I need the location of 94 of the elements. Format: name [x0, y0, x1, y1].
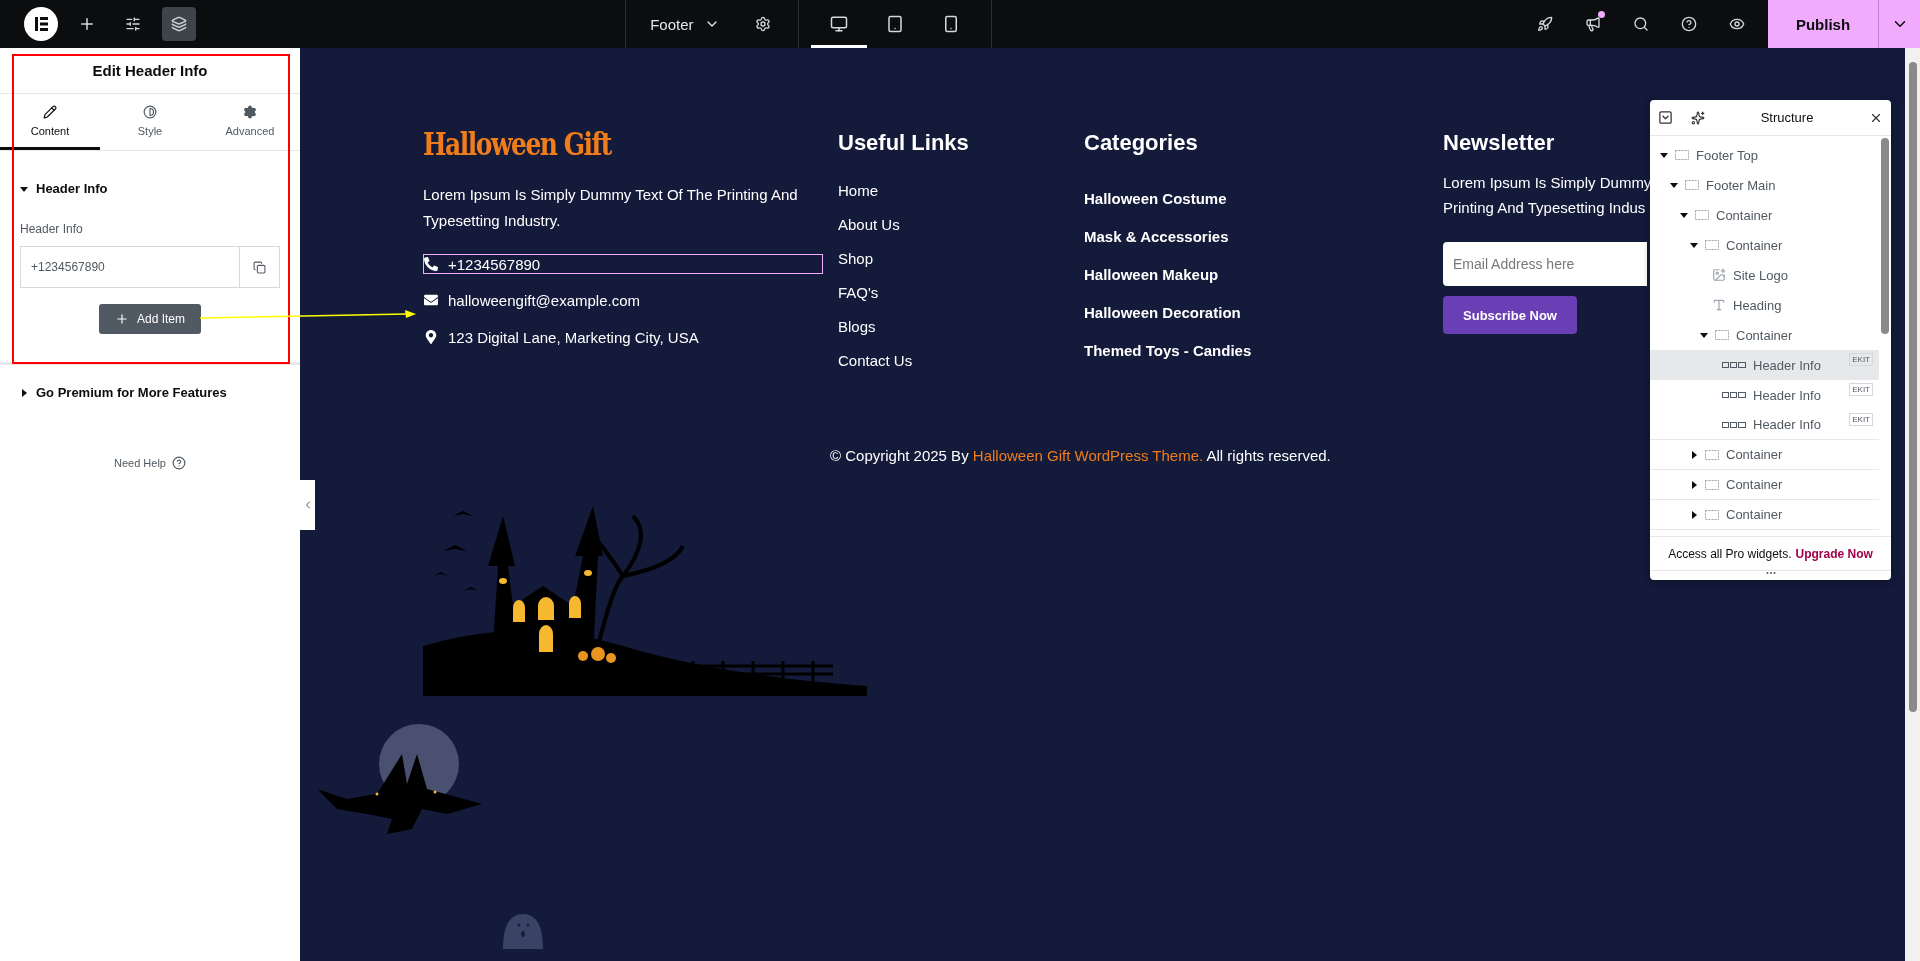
caret-icon: [1670, 181, 1678, 189]
tree-item[interactable]: Heading: [1650, 290, 1879, 320]
section-toggle[interactable]: Go Premium for More Features: [0, 365, 300, 420]
category-link[interactable]: Themed Toys - Candies: [1084, 342, 1252, 359]
tree-item[interactable]: Header Info EKIT: [1650, 350, 1879, 380]
container-icon: [1705, 479, 1719, 490]
caret-icon: [1690, 510, 1698, 519]
container-icon: [1685, 180, 1699, 190]
caret-icon: [1690, 480, 1698, 489]
copyright-text: © Copyright 2025 By Halloween Gift WordPress Theme. All rights reserved.: [830, 447, 1331, 464]
footer-link[interactable]: Shop: [838, 250, 874, 267]
tree-item[interactable]: Container: [1650, 230, 1879, 260]
copy-icon: [253, 260, 266, 274]
half-circle-icon: [143, 104, 157, 119]
container-icon: [1705, 449, 1719, 460]
widget-icon: [1722, 421, 1746, 428]
text-icon: [1712, 298, 1726, 312]
caret-icon: [1690, 241, 1698, 249]
tree-item[interactable]: Footer Main: [1650, 170, 1879, 200]
envelope-icon: [424, 293, 438, 307]
sparkles-icon[interactable]: [1691, 110, 1705, 125]
drag-handle-icon[interactable]: [1765, 571, 1776, 575]
footer-link[interactable]: Blogs: [838, 318, 876, 335]
plus-icon: [115, 312, 129, 326]
newsletter-text: Printing And Typesetting Indus: [1443, 198, 1646, 218]
column-heading: Useful Links: [838, 130, 969, 156]
caret-icon: [1660, 151, 1668, 159]
caret-icon: [1680, 211, 1688, 219]
tree-item[interactable]: Header Info EKIT: [1650, 380, 1879, 410]
contact-row[interactable]: halloweengift@example.com: [423, 289, 823, 311]
document-dropdown[interactable]: Footer: [644, 14, 726, 34]
tree-item[interactable]: Site Logo: [1650, 260, 1879, 290]
footer-link[interactable]: FAQ's: [838, 284, 879, 301]
category-link[interactable]: Halloween Costume: [1084, 190, 1227, 207]
tree-item[interactable]: Container: [1650, 440, 1879, 470]
help-link[interactable]: Need Help: [114, 456, 186, 470]
tree-badge: EKIT: [1849, 353, 1873, 366]
tree-item[interactable]: Footer Top: [1650, 140, 1879, 170]
tree-item[interactable]: Container: [1650, 470, 1879, 500]
caret-icon: [20, 184, 28, 193]
tree-item[interactable]: Container: [1650, 500, 1879, 530]
tree-badge: EKIT: [1849, 383, 1873, 396]
tree-badge: EKIT: [1849, 413, 1873, 426]
panel-tab[interactable]: Content: [0, 94, 100, 150]
panel-tab[interactable]: Advanced: [200, 94, 300, 150]
widget-icon: [1722, 392, 1746, 398]
repeater-item-title: +1234567890: [30, 259, 106, 276]
dropdown-icon[interactable]: [1658, 110, 1673, 125]
map-pin-icon: [424, 330, 438, 344]
footer-link[interactable]: About Us: [838, 216, 900, 233]
panel-tab[interactable]: Style: [100, 94, 200, 150]
promo-text: Access all Pro widgets.: [1668, 546, 1792, 561]
settings-icon: [243, 104, 257, 119]
category-link[interactable]: Halloween Makeup: [1084, 266, 1219, 283]
subscribe-button[interactable]: Subscribe Now: [1443, 296, 1577, 334]
container-icon: [1705, 509, 1719, 520]
site-logo[interactable]: Halloween Gift: [423, 126, 838, 171]
container-icon: [1675, 150, 1689, 160]
phone-icon: [424, 257, 438, 271]
repeater-item[interactable]: +1234567890: [20, 246, 280, 288]
field-label: Header Info: [20, 222, 84, 236]
help-icon: [172, 456, 186, 470]
contact-row[interactable]: +1234567890: [423, 254, 823, 274]
caret-icon: [1690, 450, 1698, 459]
contact-row[interactable]: 123 Digital Lane, Marketing City, USA: [423, 326, 823, 348]
section-toggle[interactable]: Header Info: [20, 181, 280, 196]
about-text: Lorem Ipsum Is Simply Dummy Text Of The Printing And Typesetting Industry.: [423, 185, 799, 231]
container-icon: [1705, 240, 1719, 250]
footer-link[interactable]: Contact Us: [838, 352, 913, 369]
category-link[interactable]: Halloween Decoration: [1084, 304, 1241, 321]
container-icon: [1695, 210, 1709, 220]
container-icon: [1715, 330, 1729, 340]
footer-link[interactable]: Home: [838, 182, 878, 199]
add-item-button[interactable]: Add Item: [99, 304, 201, 334]
structure-title: Structure: [1759, 110, 1815, 125]
tree-item[interactable]: Container: [1650, 200, 1879, 230]
theme-link[interactable]: Halloween Gift WordPress Theme.: [972, 447, 1204, 464]
layers-icon[interactable]: [162, 7, 196, 41]
caret-icon: [1700, 331, 1708, 339]
widget-icon: [1722, 362, 1746, 368]
pencil-icon: [43, 104, 57, 119]
email-field[interactable]: Email Address here: [1443, 242, 1647, 286]
newsletter-text: Lorem Ipsum Is Simply Dummy: [1443, 173, 1652, 193]
column-heading: Categories: [1084, 130, 1198, 156]
upgrade-link[interactable]: Upgrade Now: [1795, 546, 1873, 561]
caret-icon: [20, 388, 28, 397]
publish-button[interactable]: Publish: [1768, 0, 1878, 48]
scrollbar[interactable]: [1905, 48, 1920, 961]
tree-item[interactable]: Header Info EKIT: [1650, 410, 1879, 440]
tree-item[interactable]: Container: [1650, 320, 1879, 350]
column-heading: Newsletter: [1443, 130, 1555, 156]
app-logo[interactable]: [24, 7, 58, 41]
category-link[interactable]: Mask & Accessories: [1084, 228, 1229, 245]
image-icon: [1712, 268, 1726, 282]
